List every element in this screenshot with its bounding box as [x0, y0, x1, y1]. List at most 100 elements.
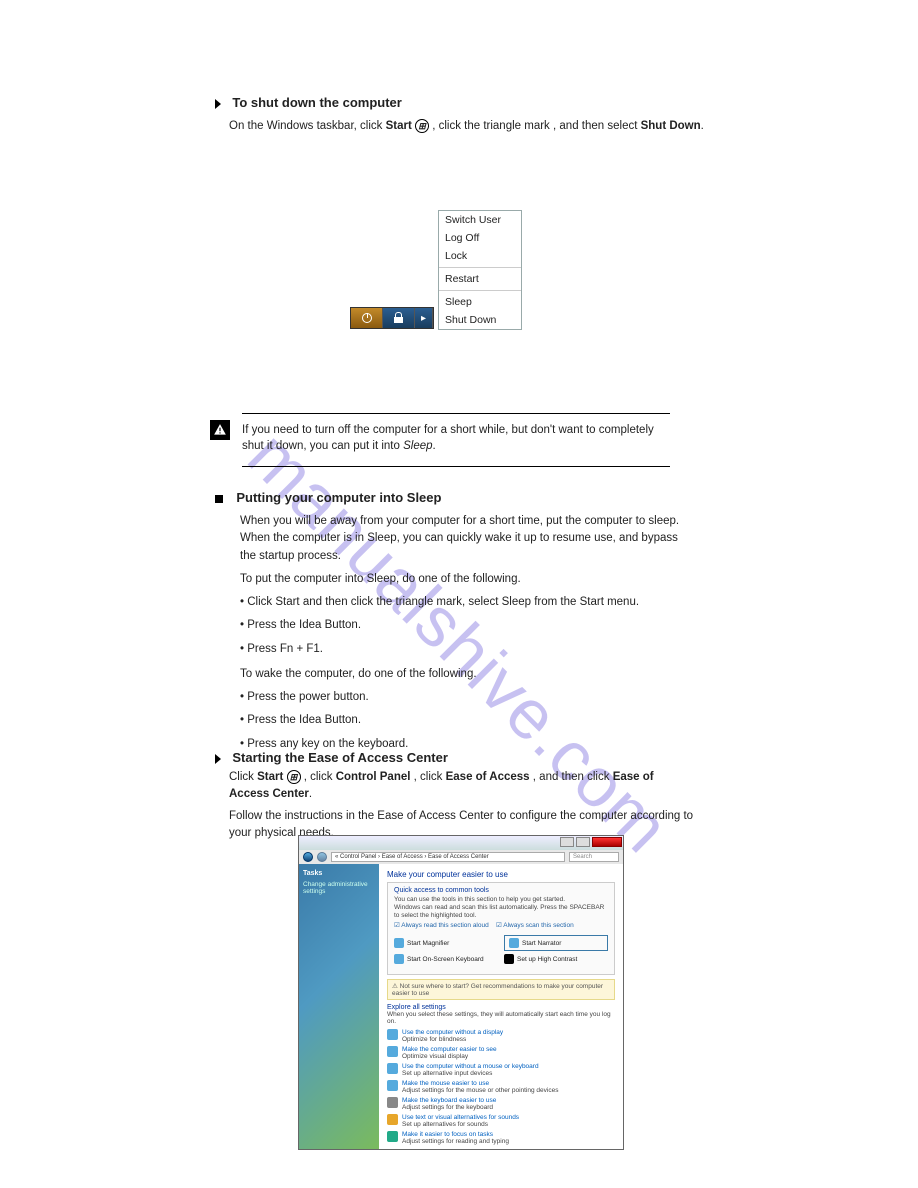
power-button[interactable]	[351, 308, 383, 328]
sleep-item-3: • Press Fn + F1.	[240, 641, 690, 658]
eye-icon	[387, 1046, 398, 1057]
high-contrast-button[interactable]: Set up High Contrast	[504, 954, 608, 964]
nav-forward-button[interactable]	[317, 852, 327, 862]
menu-sleep[interactable]: Sleep	[439, 293, 521, 311]
shutdown-text-2: , click the triangle mark	[432, 120, 550, 132]
explore-sub-2: Set up alternative input devices	[402, 1070, 539, 1077]
start-menu-buttons: ▸	[350, 307, 434, 329]
main-title: Make your computer easier to use	[387, 870, 615, 879]
caution-text: If you need to turn off the computer for…	[242, 424, 654, 452]
nav-back-button[interactable]	[303, 852, 313, 862]
mouse-icon	[387, 1080, 398, 1091]
sleep-section: Putting your computer into Sleep When yo…	[240, 490, 690, 759]
caution-icon	[210, 420, 230, 440]
breadcrumb[interactable]: « Control Panel › Ease of Access › Ease …	[331, 852, 565, 862]
explore-link-0[interactable]: Use the computer without a display	[402, 1029, 503, 1036]
caution-note: If you need to turn off the computer for…	[210, 413, 670, 467]
wake-label: To wake the computer, do one of the foll…	[240, 666, 690, 683]
magnifier-icon	[394, 938, 404, 948]
ease-of-access-section: Starting the Ease of Access Center Click…	[215, 750, 695, 846]
explore-sub-5: Set up alternatives for sounds	[402, 1121, 519, 1128]
menu-lock[interactable]: Lock	[439, 247, 521, 265]
checkbox-read-aloud[interactable]: ☑ Always read this section aloud	[394, 922, 489, 929]
quick-access-box: Quick access to common tools You can use…	[387, 882, 615, 975]
shutdown-start-label: Start	[386, 120, 415, 132]
checkbox-scan-section[interactable]: ☑ Always scan this section	[496, 922, 574, 929]
explore-row-1: Make the computer easier to seeOptimize …	[387, 1046, 615, 1060]
caution-italic: Sleep	[403, 440, 432, 452]
ease-text-2: , click	[304, 771, 336, 783]
display-icon	[387, 1029, 398, 1040]
sound-icon	[387, 1114, 398, 1125]
quick-desc-2: Windows can read and scan this list auto…	[394, 904, 608, 920]
sidebar-admin-link[interactable]: Change administrative settings	[303, 881, 375, 895]
explore-settings: Explore all settings When you select the…	[387, 1004, 615, 1145]
narrator-icon	[509, 938, 519, 948]
minimize-button[interactable]	[560, 837, 574, 847]
explore-row-3: Make the mouse easier to useAdjust setti…	[387, 1080, 615, 1094]
window-navbar: « Control Panel › Ease of Access › Ease …	[299, 850, 623, 864]
maximize-button[interactable]	[576, 837, 590, 847]
start-narrator-button[interactable]: Start Narrator	[504, 935, 608, 951]
windows-logo-icon: ⊞	[415, 119, 429, 133]
bullet-triangle-icon	[215, 754, 221, 764]
quick-desc-1: You can use the tools in this section to…	[394, 896, 608, 904]
explore-link-4[interactable]: Make the keyboard easier to use	[402, 1097, 496, 1104]
start-osk-button[interactable]: Start On-Screen Keyboard	[394, 954, 498, 964]
shutdown-heading: To shut down the computer	[232, 95, 401, 110]
window-main: Make your computer easier to use Quick a…	[379, 864, 623, 1150]
menu-restart[interactable]: Restart	[439, 270, 521, 288]
search-input[interactable]: Search	[569, 852, 619, 862]
focus-icon	[387, 1131, 398, 1142]
lock-button[interactable]	[383, 308, 415, 328]
explore-link-6[interactable]: Make it easier to focus on tasks	[402, 1131, 509, 1138]
explore-row-6: Make it easier to focus on tasksAdjust s…	[387, 1131, 615, 1145]
explore-title: Explore all settings	[387, 1004, 615, 1011]
ease-text-1: Click	[229, 771, 257, 783]
caution-tail: .	[433, 440, 436, 452]
explore-sub-3: Adjust settings for the mouse or other p…	[402, 1087, 558, 1094]
power-icon	[362, 313, 372, 323]
ease-eoa-label: Ease of Access	[446, 771, 530, 783]
explore-sub-6: Adjust settings for reading and typing	[402, 1138, 509, 1145]
sleep-heading: Putting your computer into Sleep	[236, 490, 441, 505]
close-button[interactable]	[592, 837, 622, 847]
explore-row-2: Use the computer without a mouse or keyb…	[387, 1063, 615, 1077]
sleep-item-2: • Press the Idea Button.	[240, 617, 690, 634]
sleep-list-head: To put the computer into Sleep, do one o…	[240, 571, 690, 588]
explore-link-3[interactable]: Make the mouse easier to use	[402, 1080, 558, 1087]
start-magnifier-button[interactable]: Start Magnifier	[394, 935, 498, 951]
shutdown-text-3: , and then select	[553, 120, 641, 132]
sleep-item-1: • Click Start and then click the triangl…	[240, 594, 690, 611]
explore-sub-0: Optimize for blindness	[402, 1036, 503, 1043]
window-titlebar	[299, 836, 623, 850]
recommendation-bar[interactable]: ⚠ Not sure where to start? Get recommend…	[387, 979, 615, 1000]
sidebar-tasks-label: Tasks	[303, 870, 375, 877]
windows-logo-icon: ⊞	[287, 770, 301, 784]
explore-link-2[interactable]: Use the computer without a mouse or keyb…	[402, 1063, 539, 1070]
ease-text-end: .	[309, 788, 312, 800]
sleep-paragraph: When you will be away from your computer…	[240, 513, 690, 565]
explore-sub-4: Adjust settings for the keyboard	[402, 1104, 496, 1111]
menu-separator	[439, 290, 521, 291]
explore-sub: When you select these settings, they wil…	[387, 1011, 615, 1025]
contrast-icon	[504, 954, 514, 964]
arrow-button[interactable]: ▸	[415, 308, 433, 328]
explore-row-5: Use text or visual alternatives for soun…	[387, 1114, 615, 1128]
menu-shut-down[interactable]: Shut Down	[439, 311, 521, 329]
lock-icon	[394, 317, 403, 323]
menu-switch-user[interactable]: Switch User	[439, 211, 521, 229]
ease-of-access-window: « Control Panel › Ease of Access › Ease …	[298, 835, 624, 1150]
explore-link-1[interactable]: Make the computer easier to see	[402, 1046, 497, 1053]
menu-log-off[interactable]: Log Off	[439, 229, 521, 247]
ease-start-label: Start	[257, 771, 283, 783]
menu-separator	[439, 267, 521, 268]
shutdown-section: To shut down the computer On the Windows…	[215, 95, 775, 135]
window-sidebar: Tasks Change administrative settings	[299, 864, 379, 1150]
bullet-triangle-icon	[215, 99, 221, 109]
wake-item-2: • Press the Idea Button.	[240, 712, 690, 729]
explore-link-5[interactable]: Use text or visual alternatives for soun…	[402, 1114, 519, 1121]
input-icon	[387, 1063, 398, 1074]
shutdown-action-label: Shut Down	[641, 120, 701, 132]
explore-sub-1: Optimize visual display	[402, 1053, 497, 1060]
